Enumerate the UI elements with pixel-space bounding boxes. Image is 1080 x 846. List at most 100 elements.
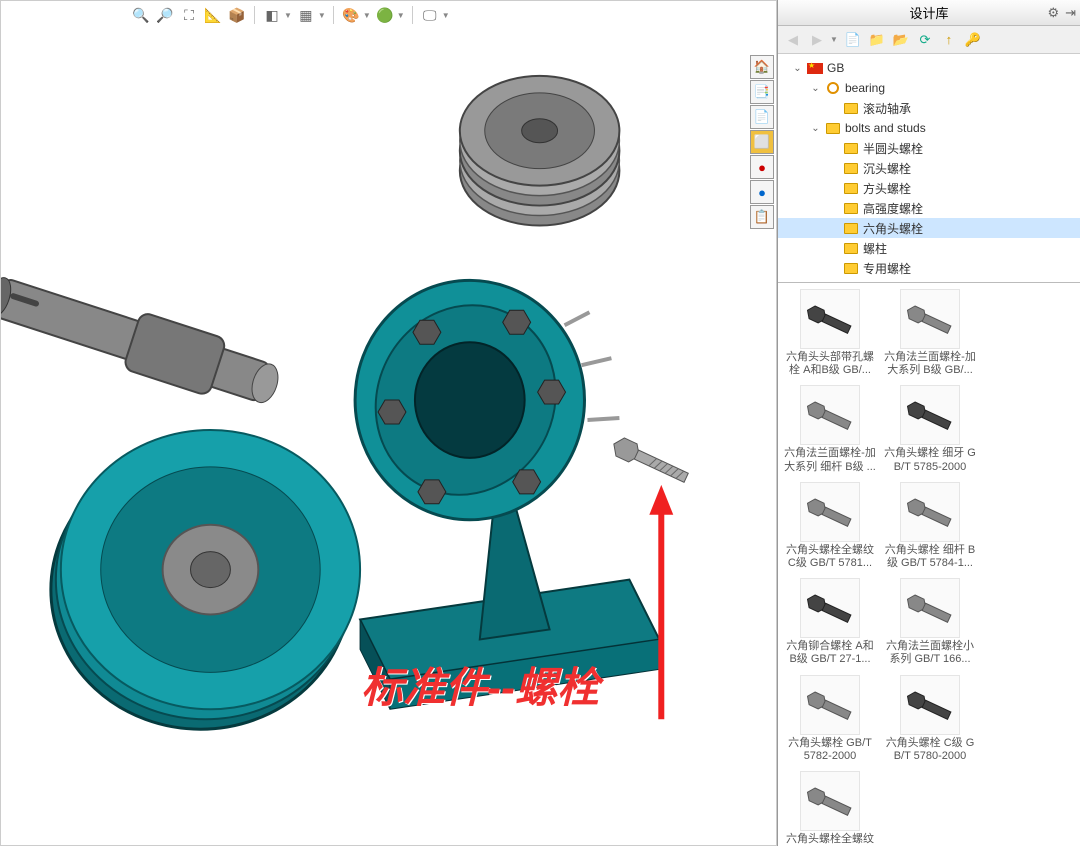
folder-icon	[843, 180, 859, 196]
tab-document[interactable]: 📄	[750, 105, 774, 129]
add-file-icon[interactable]: 📄	[844, 31, 862, 49]
tree-label: 半圆头螺栓	[863, 140, 923, 157]
tree-label: 方头螺栓	[863, 180, 911, 197]
appearance-icon[interactable]: 🎨	[341, 5, 361, 25]
tree-label: 六角头螺栓	[863, 220, 923, 237]
thumb-label: 六角头螺栓 C级 GB/T 5780-2000	[884, 737, 976, 763]
tree-item[interactable]: 专用螺栓	[778, 258, 1080, 278]
expand-icon[interactable]: ⌄	[792, 63, 803, 74]
tree-item[interactable]: 沉头螺栓	[778, 158, 1080, 178]
zoom-fit-icon[interactable]: ⛶	[179, 5, 199, 25]
display-style-icon[interactable]: ▦	[296, 5, 316, 25]
tree-item[interactable]: 半圆头螺栓	[778, 138, 1080, 158]
library-thumb[interactable]: 六角头螺栓全螺纹 C级 GB/T 5781...	[782, 480, 878, 572]
thumb-preview	[800, 385, 860, 445]
screen-icon[interactable]: 🖵	[420, 5, 440, 25]
thumb-label: 六角头螺栓全螺纹 C级 GB/T 5781...	[784, 544, 876, 570]
render-icon[interactable]: 🟢	[375, 5, 395, 25]
panel-title: 设计库	[909, 3, 948, 22]
tree-item[interactable]: 螺柱	[778, 238, 1080, 258]
graphics-viewport[interactable]	[1, 1, 776, 845]
folder-icon	[843, 240, 859, 256]
flag-cn-icon	[807, 60, 823, 76]
folder-icon	[843, 220, 859, 236]
library-thumb[interactable]: 六角法兰面螺栓小系列 GB/T 166...	[882, 576, 978, 668]
refresh-icon[interactable]: ⟳	[916, 31, 934, 49]
viewport-area: 🔍 🔎 ⛶ 📐 📦 ◧▼ ▦▼ 🎨▼ 🟢▼ 🖵▼ 🏠 📑 📄 ⬜ ● ● 📋 标…	[0, 0, 777, 846]
thumb-label: 六角头螺栓 细牙 GB/T 5785-2000	[884, 447, 976, 473]
library-thumb[interactable]: 六角法兰面螺栓-加大系列 B级 GB/...	[882, 287, 978, 379]
expand-icon[interactable]: ⌄	[810, 123, 821, 134]
zoom-icon[interactable]: 🔍	[131, 5, 151, 25]
tree-item[interactable]: 六角头螺栓	[778, 218, 1080, 238]
pin-icon[interactable]: ⇥	[1065, 5, 1076, 21]
library-thumb[interactable]: 六角头头部带孔螺栓 A和B级 GB/...	[782, 287, 878, 379]
thumb-preview	[800, 482, 860, 542]
thumb-preview	[800, 675, 860, 735]
tree-label: 高强度螺栓	[863, 200, 923, 217]
back-icon[interactable]: ◀	[784, 31, 802, 49]
new-folder-icon[interactable]: 📁	[868, 31, 886, 49]
folder-icon	[843, 100, 859, 116]
tree-label: bearing	[845, 81, 885, 95]
tree-label: GB	[827, 61, 844, 75]
tree-item[interactable]: 滚动轴承	[778, 98, 1080, 118]
annotation-text: 标准件--螺栓	[361, 654, 599, 715]
tree-item[interactable]: 高强度螺栓	[778, 198, 1080, 218]
box-icon[interactable]: 📦	[227, 5, 247, 25]
tab-clipboard[interactable]: 📋	[750, 205, 774, 229]
thumb-preview	[900, 482, 960, 542]
tree-item[interactable]: ⌄ bearing	[778, 78, 1080, 98]
open-folder-icon[interactable]: 📂	[892, 31, 910, 49]
design-library-panel: 设计库 ⚙ ⇥ ◀ ▶ ▼ 📄 📁 📂 ⟳ ↑ 🔑 ⌄ GB ⌄ bearing 滚动轴…	[777, 0, 1080, 846]
tab-resources[interactable]: 📑	[750, 80, 774, 104]
gear-icon[interactable]: ⚙	[1047, 5, 1059, 21]
folder-icon	[843, 140, 859, 156]
task-pane-tabs: 🏠 📑 📄 ⬜ ● ● 📋	[750, 55, 774, 229]
library-thumb[interactable]: 六角头螺栓 细牙 GB/T 5785-2000	[882, 383, 978, 475]
tab-appearances[interactable]: ●	[750, 155, 774, 179]
panel-toolbar: ◀ ▶ ▼ 📄 📁 📂 ⟳ ↑ 🔑	[778, 26, 1080, 54]
thumb-preview	[900, 675, 960, 735]
library-thumb[interactable]: 六角头螺栓 细杆 B级 GB/T 5784-1...	[882, 480, 978, 572]
thumb-label: 六角铆合螺栓 A和B级 GB/T 27-1...	[784, 640, 876, 666]
thumb-preview	[800, 771, 860, 831]
tab-custom[interactable]: ●	[750, 180, 774, 204]
tree-item[interactable]: ⌄ bolts and studs	[778, 118, 1080, 138]
folder-icon	[843, 160, 859, 176]
thumb-preview	[900, 289, 960, 349]
expand-icon[interactable]: ⌄	[810, 83, 821, 94]
thumb-label: 六角头螺栓 GB/T 5782-2000	[784, 737, 876, 763]
library-thumb[interactable]: 六角头螺栓 C级 GB/T 5780-2000	[882, 673, 978, 765]
folder-icon	[843, 260, 859, 276]
section-icon[interactable]: 📐	[203, 5, 223, 25]
library-thumb[interactable]: 六角头螺栓全螺纹 GB/T 5783-2000	[782, 769, 878, 846]
up-icon[interactable]: ↑	[940, 31, 958, 49]
thumb-label: 六角头螺栓 细杆 B级 GB/T 5784-1...	[884, 544, 976, 570]
library-thumb[interactable]: 六角铆合螺栓 A和B级 GB/T 27-1...	[782, 576, 878, 668]
library-thumb[interactable]: 六角法兰面螺栓-加大系列 细杆 B级 ...	[782, 383, 878, 475]
library-tree[interactable]: ⌄ GB ⌄ bearing 滚动轴承 ⌄ bolts and studs 半圆头螺栓沉头螺栓…	[778, 54, 1080, 283]
thumb-label: 六角头螺栓全螺纹 GB/T 5783-2000	[784, 833, 876, 846]
tree-label: bolts and studs	[845, 121, 926, 135]
tree-item[interactable]: 方头螺栓	[778, 178, 1080, 198]
tab-home[interactable]: 🏠	[750, 55, 774, 79]
thumb-label: 六角头头部带孔螺栓 A和B级 GB/...	[784, 351, 876, 377]
tab-design-library[interactable]: ⬜	[750, 130, 774, 154]
thumb-label: 六角法兰面螺栓-加大系列 B级 GB/...	[884, 351, 976, 377]
key-icon[interactable]: 🔑	[964, 31, 982, 49]
zoom-area-icon[interactable]: 🔎	[155, 5, 175, 25]
tree-label: 螺柱	[863, 240, 887, 257]
thumb-preview	[800, 289, 860, 349]
thumb-label: 六角法兰面螺栓-加大系列 细杆 B级 ...	[784, 447, 876, 473]
tree-item[interactable]: ⌄ GB	[778, 58, 1080, 78]
library-thumb[interactable]: 六角头螺栓 GB/T 5782-2000	[782, 673, 878, 765]
thumb-preview	[900, 385, 960, 445]
thumb-preview	[800, 578, 860, 638]
thumbnail-panel[interactable]: 六角头头部带孔螺栓 A和B级 GB/... 六角法兰面螺栓-加大系列 B级 GB…	[778, 283, 1080, 846]
tree-label: 滚动轴承	[863, 100, 911, 117]
cube-view-icon[interactable]: ◧	[262, 5, 282, 25]
forward-icon[interactable]: ▶	[808, 31, 826, 49]
panel-title-bar: 设计库 ⚙ ⇥	[778, 0, 1080, 26]
folder-icon	[825, 120, 841, 136]
